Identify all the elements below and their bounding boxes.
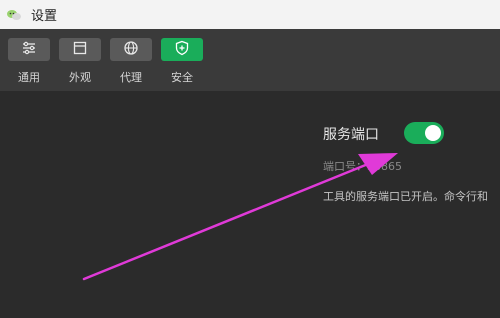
tab-appearance-label: 外观 <box>69 71 91 84</box>
sliders-icon <box>21 40 37 59</box>
tab-proxy[interactable]: 代理 <box>109 38 153 85</box>
window-icon <box>72 40 88 59</box>
globe-icon <box>123 40 139 60</box>
tab-general-button[interactable] <box>8 38 50 61</box>
tab-security[interactable]: 安全 <box>160 38 204 85</box>
tab-proxy-button[interactable] <box>110 38 152 61</box>
settings-window: 设置 通用 外观 代理 安全 服务端口 端口号：58865 工具的服务端口已开启… <box>0 0 500 318</box>
window-title: 设置 <box>31 9 58 24</box>
port-number-text: 端口号：58865 <box>323 160 402 173</box>
tab-appearance-button[interactable] <box>59 38 101 61</box>
shield-plus-icon <box>174 40 190 60</box>
app-logo-icon <box>6 8 22 22</box>
service-port-label: 服务端口 <box>323 127 379 143</box>
security-panel: 服务端口 端口号：58865 工具的服务端口已开启。命令行和 <box>0 91 500 318</box>
service-port-toggle[interactable] <box>404 122 444 144</box>
tab-general-label: 通用 <box>18 71 40 84</box>
settings-toolbar: 通用 外观 代理 安全 <box>0 29 500 91</box>
service-port-description: 工具的服务端口已开启。命令行和 <box>323 190 488 203</box>
tab-proxy-label: 代理 <box>120 71 142 84</box>
toggle-knob <box>425 125 441 141</box>
title-bar: 设置 <box>0 0 500 29</box>
tab-security-button[interactable] <box>161 38 203 61</box>
tab-appearance[interactable]: 外观 <box>58 38 102 85</box>
tab-security-label: 安全 <box>171 71 193 84</box>
tab-general[interactable]: 通用 <box>7 38 51 85</box>
